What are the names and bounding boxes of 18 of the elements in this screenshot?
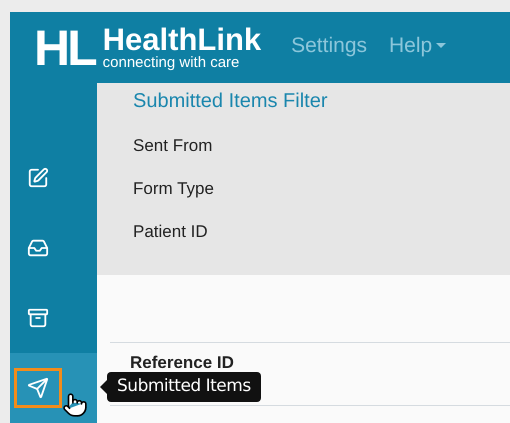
filter-label: Patient ID xyxy=(133,222,209,242)
column-header: Reference ID xyxy=(130,352,234,374)
tooltip: Submitted Items xyxy=(107,372,261,402)
brand-name: HealthLink xyxy=(102,24,262,54)
paper-plane-icon xyxy=(26,377,48,399)
nav-link[interactable]: Help xyxy=(389,30,446,62)
caret-icon xyxy=(436,43,446,48)
inbox-icon xyxy=(26,237,48,259)
sidebar-item[interactable] xyxy=(10,353,97,423)
hand-cursor-icon xyxy=(62,392,88,418)
nav-link[interactable]: Settings xyxy=(291,30,368,62)
brand-tagline: connecting with care xyxy=(102,54,240,70)
logo-mark: HL xyxy=(34,22,95,72)
archive-box-icon xyxy=(26,307,48,329)
filter-label: Sent From xyxy=(133,136,214,156)
filter-title: Submitted Items Filter xyxy=(133,89,329,113)
pencil-square-icon xyxy=(26,167,48,189)
filter-label: Form Type xyxy=(133,179,215,199)
